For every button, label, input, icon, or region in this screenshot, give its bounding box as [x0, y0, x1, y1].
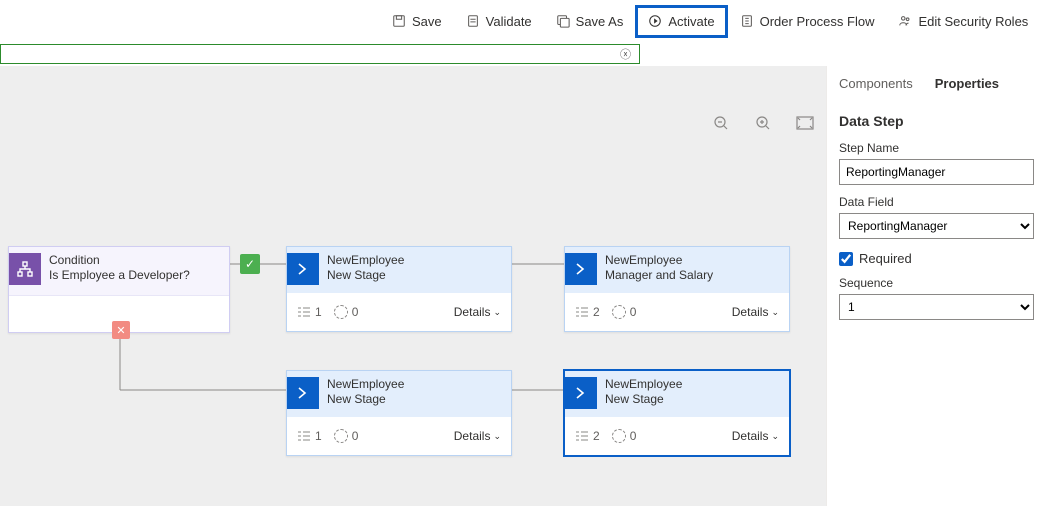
details-toggle[interactable]: Details⌄ — [732, 305, 779, 319]
condition-title: Condition — [49, 253, 190, 267]
chevron-down-icon: ⌄ — [493, 307, 501, 318]
stage-node-selected[interactable]: NewEmployee New Stage 2 0 Details⌄ — [564, 370, 790, 456]
steps-count: 2 — [593, 305, 600, 319]
close-icon[interactable]: ⓧ — [620, 46, 631, 62]
condition-icon — [9, 253, 41, 285]
stage-name: New Stage — [327, 268, 404, 282]
condition-fail-icon: ✕ — [112, 321, 130, 339]
chevron-down-icon: ⌄ — [771, 431, 779, 442]
guides-icon — [334, 429, 348, 443]
stage-entity: NewEmployee — [605, 253, 713, 267]
steps-icon — [575, 305, 589, 319]
guides-icon — [612, 429, 626, 443]
details-toggle[interactable]: Details⌄ — [732, 429, 779, 443]
details-toggle[interactable]: Details⌄ — [454, 305, 501, 319]
steps-count: 1 — [315, 305, 322, 319]
datafield-select[interactable]: ReportingManager — [839, 213, 1034, 239]
orderflow-button[interactable]: Order Process Flow — [728, 6, 887, 37]
required-checkbox[interactable] — [839, 252, 853, 266]
steps-icon — [297, 429, 311, 443]
validate-button[interactable]: Validate — [454, 6, 544, 37]
stepname-input[interactable] — [839, 159, 1034, 185]
tab-properties[interactable]: Properties — [935, 76, 999, 95]
stage-icon — [287, 253, 319, 285]
activate-button[interactable]: Activate — [635, 5, 727, 38]
zoom-out-icon[interactable] — [712, 114, 730, 132]
saveas-button[interactable]: Save As — [544, 6, 636, 37]
datafield-label: Data Field — [839, 195, 1034, 209]
guides-icon — [334, 305, 348, 319]
steps-count: 1 — [315, 429, 322, 443]
editroles-icon — [898, 14, 912, 28]
canvas-tools — [712, 114, 814, 132]
fit-screen-icon[interactable] — [796, 114, 814, 132]
condition-subtitle: Is Employee a Developer? — [49, 268, 190, 282]
stage-name: New Stage — [327, 392, 404, 406]
guides-count: 0 — [630, 305, 637, 319]
zoom-in-icon[interactable] — [754, 114, 772, 132]
stage-entity: NewEmployee — [327, 377, 404, 391]
properties-panel: Components Properties Data Step Step Nam… — [826, 66, 1046, 506]
validate-icon — [466, 14, 480, 28]
save-button[interactable]: Save — [380, 6, 454, 37]
editroles-button[interactable]: Edit Security Roles — [886, 6, 1040, 37]
tab-components[interactable]: Components — [839, 76, 913, 95]
stage-name: New Stage — [605, 392, 682, 406]
sequence-label: Sequence — [839, 276, 1034, 290]
steps-count: 2 — [593, 429, 600, 443]
stage-node[interactable]: NewEmployee New Stage 1 0 Details⌄ — [286, 246, 512, 332]
toolbar: Save Validate Save As Activate Order Pro… — [0, 0, 1046, 42]
condition-node[interactable]: Condition Is Employee a Developer? — [8, 246, 230, 333]
save-icon — [392, 14, 406, 28]
stage-icon — [565, 253, 597, 285]
sequence-select[interactable]: 1 — [839, 294, 1034, 320]
guides-count: 0 — [352, 429, 359, 443]
panel-tabs: Components Properties — [839, 76, 1034, 95]
orderflow-icon — [740, 14, 754, 28]
chevron-down-icon: ⌄ — [771, 307, 779, 318]
stage-icon — [287, 377, 319, 409]
stepname-label: Step Name — [839, 141, 1034, 155]
stage-entity: NewEmployee — [605, 377, 682, 391]
stage-node[interactable]: NewEmployee Manager and Salary 2 0 Detai… — [564, 246, 790, 332]
guides-count: 0 — [630, 429, 637, 443]
panel-section-title: Data Step — [839, 113, 1034, 129]
condition-header: Condition Is Employee a Developer? — [9, 247, 229, 296]
stage-name: Manager and Salary — [605, 268, 713, 282]
activate-icon — [648, 14, 662, 28]
notification-bar: ⓧ — [0, 44, 640, 64]
guides-icon — [612, 305, 626, 319]
guides-count: 0 — [352, 305, 359, 319]
orderflow-label: Order Process Flow — [760, 14, 875, 29]
validate-label: Validate — [486, 14, 532, 29]
saveas-icon — [556, 14, 570, 28]
saveas-label: Save As — [576, 14, 624, 29]
steps-icon — [575, 429, 589, 443]
main-canvas-area: Condition Is Employee a Developer? ✓ ✕ N… — [0, 66, 1046, 506]
details-toggle[interactable]: Details⌄ — [454, 429, 501, 443]
editroles-label: Edit Security Roles — [918, 14, 1028, 29]
condition-pass-icon: ✓ — [240, 254, 260, 274]
save-label: Save — [412, 14, 442, 29]
activate-label: Activate — [668, 14, 714, 29]
stage-node[interactable]: NewEmployee New Stage 1 0 Details⌄ — [286, 370, 512, 456]
required-label: Required — [859, 251, 912, 266]
help-button[interactable]: Help ▾ — [1040, 6, 1046, 37]
chevron-down-icon: ⌄ — [493, 431, 501, 442]
stage-icon — [565, 377, 597, 409]
steps-icon — [297, 305, 311, 319]
stage-entity: NewEmployee — [327, 253, 404, 267]
